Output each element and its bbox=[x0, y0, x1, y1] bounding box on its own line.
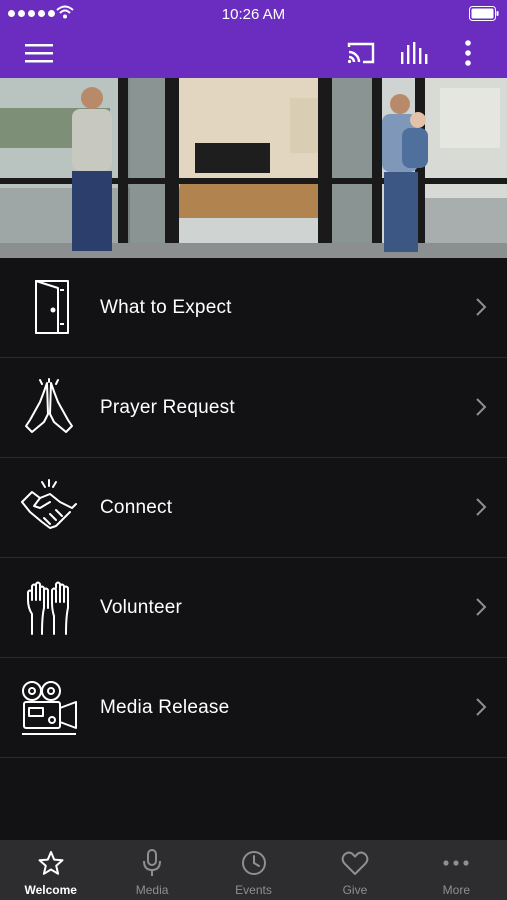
menu-item-label: Connect bbox=[100, 496, 173, 518]
menu-item-label: Prayer Request bbox=[100, 396, 235, 418]
tab-give[interactable]: Give bbox=[304, 840, 405, 900]
menu-item-label: Volunteer bbox=[100, 596, 183, 618]
tab-welcome[interactable]: Welcome bbox=[0, 840, 101, 900]
status-time: 10:26 AM bbox=[221, 6, 286, 23]
menu-item-prayer-request[interactable]: Prayer Request bbox=[0, 358, 507, 458]
chevron-right-icon bbox=[476, 398, 487, 416]
more-options-button[interactable] bbox=[448, 28, 488, 78]
tab-label: Give bbox=[342, 883, 368, 897]
hamburger-menu-icon bbox=[25, 44, 53, 63]
app-bar bbox=[0, 28, 507, 78]
praying-hands-icon bbox=[25, 378, 73, 433]
tab-more[interactable]: More bbox=[406, 840, 507, 900]
horizontal-dots-icon bbox=[443, 860, 469, 866]
chevron-right-icon bbox=[476, 698, 487, 716]
menu-item-what-to-expect[interactable]: What to Expect bbox=[0, 258, 507, 358]
tab-bar: Welcome Media Events Give More bbox=[0, 840, 507, 900]
chevron-right-icon bbox=[476, 598, 487, 616]
raised-hands-icon bbox=[27, 581, 69, 635]
tab-label: More bbox=[442, 883, 470, 897]
status-bar: 10:26 AM bbox=[0, 0, 507, 28]
menu-item-connect[interactable]: Connect bbox=[0, 458, 507, 558]
equalizer-icon bbox=[401, 42, 428, 64]
menu-list: What to Expect Prayer Request Connect Vo… bbox=[0, 258, 507, 758]
menu-item-volunteer[interactable]: Volunteer bbox=[0, 558, 507, 658]
hero-image bbox=[0, 78, 507, 258]
chevron-right-icon bbox=[476, 498, 487, 516]
vertical-dots-icon bbox=[465, 40, 471, 66]
tab-label: Media bbox=[135, 883, 169, 897]
cast-icon bbox=[347, 42, 375, 64]
clock-icon bbox=[241, 851, 266, 875]
menu-item-label: What to Expect bbox=[100, 296, 232, 318]
tab-media[interactable]: Media bbox=[101, 840, 202, 900]
battery-icon bbox=[469, 6, 499, 21]
microphone-icon bbox=[143, 849, 162, 876]
heart-icon bbox=[341, 851, 369, 875]
door-icon bbox=[35, 280, 69, 334]
tab-events[interactable]: Events bbox=[203, 840, 304, 900]
menu-item-media-release[interactable]: Media Release bbox=[0, 658, 507, 758]
tab-label: Welcome bbox=[24, 883, 77, 897]
audio-button[interactable] bbox=[392, 28, 438, 78]
handshake-icon bbox=[21, 479, 77, 529]
tab-label: Events bbox=[235, 883, 272, 897]
menu-button[interactable] bbox=[14, 28, 64, 78]
star-icon bbox=[38, 851, 64, 875]
cast-button[interactable] bbox=[338, 28, 384, 78]
video-camera-icon bbox=[22, 681, 77, 735]
chevron-right-icon bbox=[476, 298, 487, 316]
menu-item-label: Media Release bbox=[100, 696, 230, 718]
